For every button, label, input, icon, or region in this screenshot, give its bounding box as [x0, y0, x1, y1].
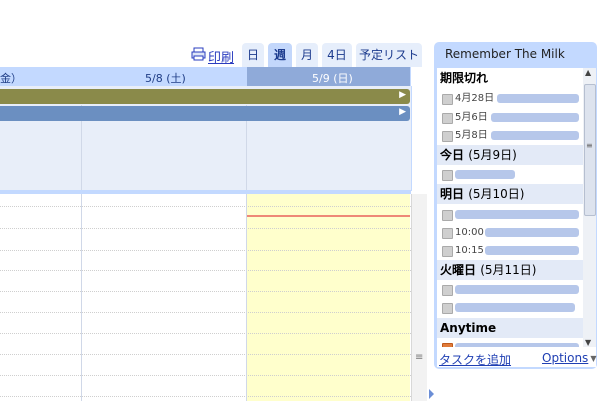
- tab-4days[interactable]: 4日: [322, 43, 352, 67]
- grid-line: [0, 270, 411, 271]
- grid-line: [0, 250, 411, 251]
- section-tuesday-date: (5月11日): [480, 263, 537, 277]
- tab-month[interactable]: 月: [296, 43, 318, 67]
- task-due: 10:15: [455, 245, 484, 256]
- all-day-event-bar[interactable]: ▶: [0, 106, 410, 121]
- scroll-up-icon[interactable]: ▲: [585, 68, 591, 77]
- section-today: 今日 (5月9日): [437, 145, 583, 165]
- day-header-sat[interactable]: 5/8 (土): [145, 70, 186, 86]
- grid-line: [0, 312, 411, 313]
- task-name-blurred: [455, 170, 515, 179]
- today-column[interactable]: [247, 194, 410, 401]
- scroll-grip-icon: ≡: [586, 141, 593, 150]
- rtm-task-list: 期限切れ 4月28日 5月6日 5月8日 今日 (5月9日) 明日 (5月10日…: [437, 68, 583, 347]
- dropdown-arrow-icon: ▼: [590, 353, 597, 363]
- current-time-line: [247, 215, 410, 217]
- all-day-event-bar[interactable]: ▶: [0, 89, 410, 104]
- task-name-blurred: [455, 303, 575, 312]
- task-name-blurred: [485, 228, 579, 237]
- options-label: Options: [542, 351, 589, 365]
- task-item[interactable]: 10:15: [437, 241, 583, 260]
- rtm-title: Remember The Milk: [445, 47, 565, 61]
- task-name-blurred: [497, 94, 579, 103]
- task-item[interactable]: [437, 205, 583, 224]
- grid-line: [0, 206, 411, 207]
- day-header-sun[interactable]: 5/9 (日): [312, 70, 353, 86]
- section-overdue: 期限切れ: [437, 68, 583, 88]
- task-name-blurred: [455, 210, 579, 219]
- section-tomorrow-date: (5月10日): [468, 187, 525, 201]
- column-divider: [246, 194, 247, 401]
- task-item[interactable]: 5月6日: [437, 108, 583, 127]
- task-checkbox[interactable]: [442, 210, 453, 221]
- section-today-label: 今日: [440, 148, 465, 162]
- day-header-fri[interactable]: 金）: [0, 70, 22, 86]
- task-item[interactable]: [437, 165, 583, 184]
- scroll-thumb[interactable]: ≡: [584, 84, 596, 216]
- section-tomorrow-label: 明日: [440, 187, 465, 201]
- section-tuesday-label: 火曜日: [440, 263, 477, 277]
- task-item[interactable]: [437, 298, 583, 317]
- section-overdue-label: 期限切れ: [440, 71, 489, 85]
- task-due: 5月8日: [455, 130, 488, 141]
- add-task-link[interactable]: タスクを追加: [439, 351, 511, 368]
- section-today-date: (5月9日): [468, 148, 517, 162]
- task-checkbox[interactable]: [442, 113, 453, 124]
- calendar-scrollbar[interactable]: ≡: [411, 194, 427, 401]
- task-name-blurred: [491, 131, 579, 140]
- task-checkbox[interactable]: [442, 228, 453, 239]
- print-link[interactable]: 印刷: [191, 46, 234, 66]
- task-checkbox[interactable]: [442, 94, 453, 105]
- options-menu[interactable]: Options ▼: [542, 351, 596, 365]
- continue-arrow-icon: ▶: [399, 107, 406, 117]
- task-checkbox[interactable]: [442, 131, 453, 142]
- task-item[interactable]: 10:00: [437, 223, 583, 242]
- section-anytime-label: Anytime: [440, 321, 497, 335]
- printer-icon: [191, 47, 206, 65]
- tab-day[interactable]: 日: [242, 43, 264, 67]
- task-name-blurred: [491, 113, 579, 122]
- task-item[interactable]: [437, 280, 583, 299]
- grid-line: [0, 291, 411, 292]
- continue-arrow-icon: ▶: [399, 90, 406, 100]
- task-due: 10:00: [455, 227, 484, 238]
- task-due: 5月6日: [455, 112, 488, 123]
- scroll-down-icon[interactable]: ▼: [585, 338, 591, 347]
- task-item[interactable]: [437, 338, 583, 347]
- scroll-grip-icon: ≡: [415, 352, 424, 363]
- tab-agenda[interactable]: 予定リスト: [356, 43, 422, 67]
- task-checkbox[interactable]: [442, 246, 453, 257]
- task-name-blurred: [485, 246, 579, 255]
- section-tomorrow: 明日 (5月10日): [437, 184, 583, 204]
- print-label: 印刷: [208, 50, 235, 66]
- task-item[interactable]: 4月28日: [437, 89, 583, 108]
- task-checkbox[interactable]: [442, 303, 453, 314]
- section-tuesday: 火曜日 (5月11日): [437, 260, 583, 280]
- task-item[interactable]: 5月8日: [437, 126, 583, 145]
- task-checkbox[interactable]: [442, 170, 453, 181]
- rtm-scrollbar[interactable]: ▲ ≡ ▼: [583, 68, 596, 347]
- grid-line: [0, 333, 411, 334]
- grid-line: [0, 396, 411, 397]
- tab-week[interactable]: 週: [268, 43, 292, 67]
- task-name-blurred: [455, 285, 579, 294]
- task-due: 4月28日: [455, 93, 495, 104]
- grid-line: [0, 228, 411, 229]
- section-anytime: Anytime: [437, 318, 583, 338]
- grid-line: [0, 375, 411, 376]
- task-checkbox[interactable]: [442, 285, 453, 296]
- expand-arrow-icon[interactable]: [429, 389, 434, 399]
- column-divider: [81, 194, 82, 401]
- grid-line: [0, 354, 411, 355]
